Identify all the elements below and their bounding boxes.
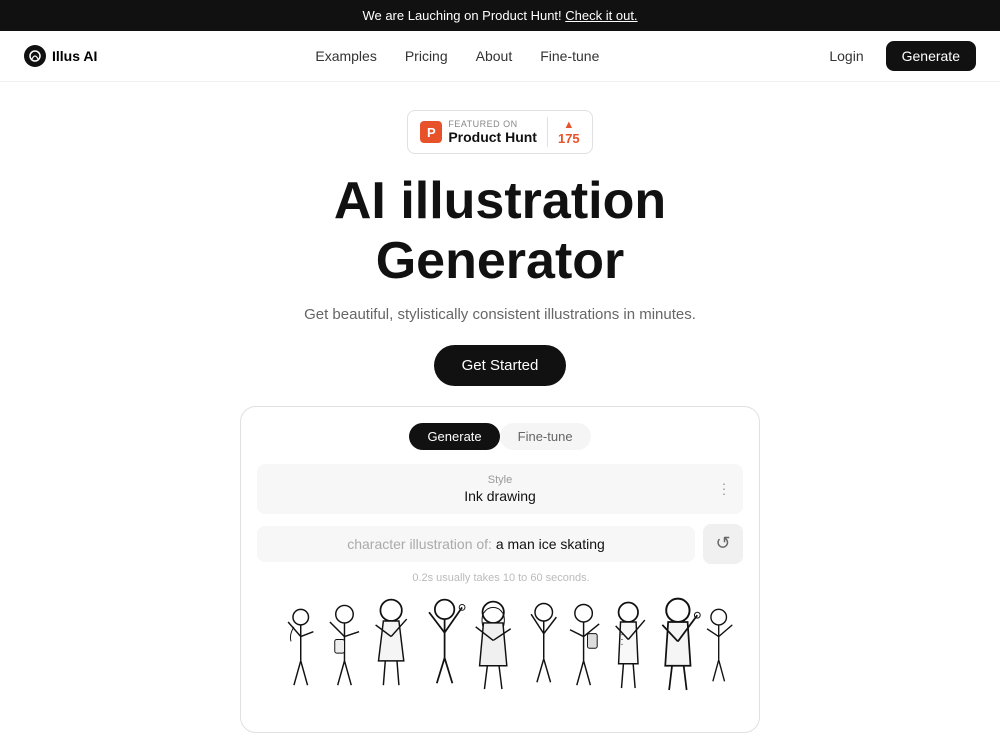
ph-vote-count: 175 [558, 131, 580, 146]
hero-title: AI illustration Generator [20, 172, 980, 292]
nav-about[interactable]: About [476, 48, 513, 64]
login-button[interactable]: Login [817, 42, 875, 70]
tab-generate[interactable]: Generate [409, 423, 499, 450]
hero-title-line2: Generator [376, 232, 625, 290]
logo-icon [24, 45, 46, 67]
get-started-button[interactable]: Get Started [434, 345, 567, 386]
ph-featured-on: FEATURED ON [448, 119, 537, 129]
style-value: Ink drawing [271, 488, 729, 504]
ph-text-block: FEATURED ON Product Hunt [448, 119, 537, 145]
logo-text: Illus AI [52, 48, 97, 64]
illustrations-area [257, 596, 743, 716]
announcement-text: We are Lauching on Product Hunt! [362, 8, 561, 23]
navbar: Illus AI Examples Pricing About Fine-tun… [0, 31, 1000, 82]
illustrations-svg [257, 596, 743, 716]
nav-actions: Login Generate [817, 41, 976, 71]
generate-button[interactable]: Generate [886, 41, 976, 71]
expand-icon: ⋮ [717, 480, 731, 497]
timing-text: 0.2s usually takes 10 to 60 seconds. [257, 572, 743, 584]
hero-section: P FEATURED ON Product Hunt ▲ 175 AI illu… [0, 82, 1000, 753]
hero-title-line1: AI illustration [334, 172, 666, 230]
nav-finetune[interactable]: Fine-tune [540, 48, 599, 64]
nav-pricing[interactable]: Pricing [405, 48, 448, 64]
demo-container: Generate Fine-tune Style Ink drawing ⋮ c… [240, 406, 760, 733]
prompt-row: character illustration of: a man ice ska… [257, 524, 743, 564]
announcement-link[interactable]: Check it out. [565, 8, 637, 23]
ph-divider [547, 117, 548, 147]
tab-finetune[interactable]: Fine-tune [500, 423, 591, 450]
ph-upvote-icon: ▲ [563, 119, 574, 131]
nav-links: Examples Pricing About Fine-tune [315, 48, 599, 64]
announcement-bar: We are Lauching on Product Hunt! Check i… [0, 0, 1000, 31]
style-selector[interactable]: Style Ink drawing ⋮ [257, 464, 743, 514]
prompt-prefix: character illustration of: [347, 536, 492, 552]
hero-subtitle: Get beautiful, stylistically consistent … [20, 306, 980, 323]
logo: Illus AI [24, 45, 97, 67]
ph-product-name: Product Hunt [448, 129, 537, 145]
refresh-icon: ↺ [715, 533, 730, 554]
product-hunt-badge[interactable]: P FEATURED ON Product Hunt ▲ 175 [407, 110, 592, 154]
generate-demo-button[interactable]: ↺ [703, 524, 743, 564]
prompt-input[interactable]: character illustration of: a man ice ska… [257, 526, 695, 562]
nav-examples[interactable]: Examples [315, 48, 376, 64]
prompt-text: a man ice skating [496, 536, 605, 552]
demo-tabs: Generate Fine-tune [257, 423, 743, 450]
ph-votes: ▲ 175 [558, 119, 580, 146]
style-label: Style [271, 474, 729, 486]
ph-logo: P [420, 121, 442, 143]
ph-badge-left: P FEATURED ON Product Hunt [420, 119, 537, 145]
